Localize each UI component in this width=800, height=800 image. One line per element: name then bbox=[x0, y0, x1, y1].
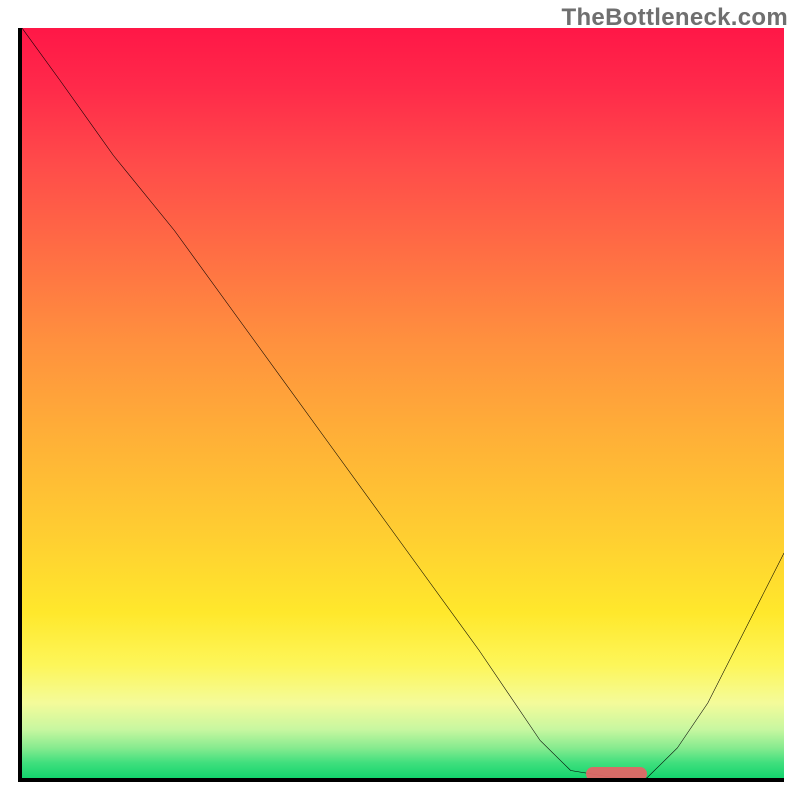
optimal-range-marker bbox=[586, 767, 647, 781]
chart-frame: TheBottleneck.com bbox=[0, 0, 800, 800]
bottleneck-curve bbox=[22, 28, 784, 778]
plot-area bbox=[18, 28, 784, 782]
